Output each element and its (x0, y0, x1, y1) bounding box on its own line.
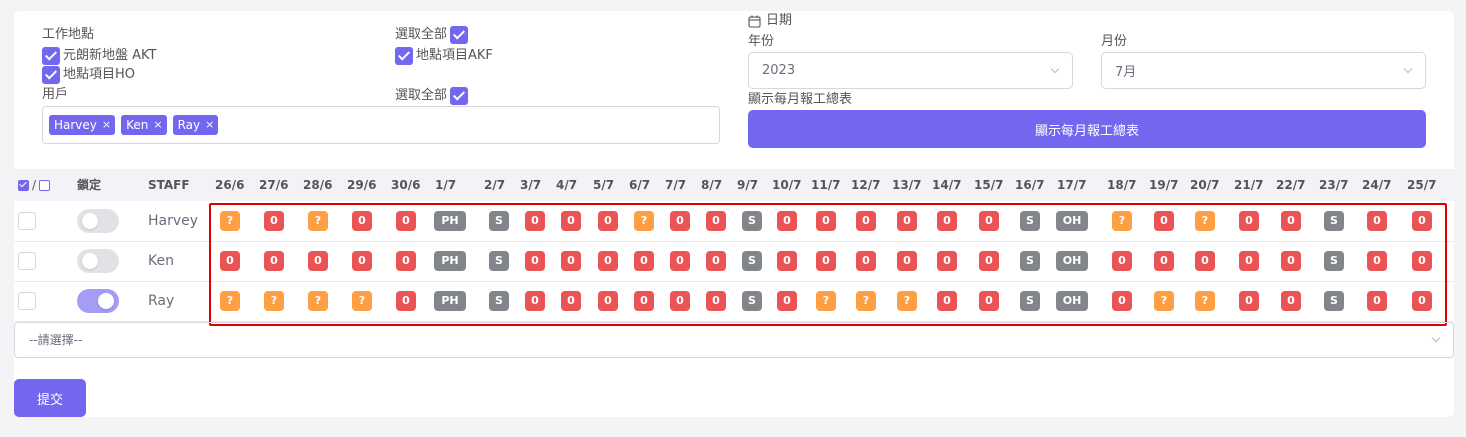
chevron-down-icon (1431, 333, 1441, 343)
checkbox-checked-icon[interactable] (450, 26, 469, 44)
staff-name: Ken (148, 253, 174, 269)
user-select-all[interactable]: 選取全部 (395, 87, 469, 105)
date-header: 28/6 (303, 178, 333, 192)
user-tag-label: Ray (177, 118, 201, 132)
lock-toggle[interactable] (77, 209, 119, 233)
date-header: 1/7 (435, 178, 457, 192)
select-all-label: 選取全部 (395, 27, 448, 42)
toggle-knob (98, 293, 114, 309)
deselect-all-checkbox-icon[interactable] (39, 179, 51, 191)
toggle-knob (82, 253, 98, 269)
staff-name: Ray (148, 293, 175, 309)
header-select-toggle: / (18, 169, 51, 201)
show-monthly-summary-button[interactable]: 顯示每月報工總表 (748, 110, 1426, 148)
date-header: 19/7 (1149, 178, 1179, 192)
date-header: 27/6 (259, 178, 289, 192)
location-option-label: 元朗新地盤 AKT (63, 48, 157, 63)
row-checkbox[interactable] (18, 212, 36, 230)
date-header: 9/7 (737, 178, 759, 192)
toggle-knob (82, 213, 98, 229)
date-header: 29/6 (347, 178, 377, 192)
date-header: 24/7 (1362, 178, 1392, 192)
staff-name: Harvey (148, 213, 199, 229)
user-tag-label: Ken (126, 118, 149, 132)
month-label: 月份 (1101, 34, 1128, 49)
date-header: 15/7 (974, 178, 1004, 192)
date-header: 7/7 (665, 178, 687, 192)
calendar-icon (748, 15, 761, 28)
date-header: 14/7 (932, 178, 962, 192)
date-header: 6/7 (629, 178, 651, 192)
date-header: 3/7 (520, 178, 542, 192)
year-value: 2023 (762, 63, 796, 78)
lock-header: 鎖定 (77, 178, 102, 192)
location-option-label: 地點項目AKF (416, 48, 493, 63)
date-header: 18/7 (1107, 178, 1137, 192)
date-header: 17/7 (1057, 178, 1087, 192)
chevron-down-icon (1403, 64, 1413, 74)
summary-label: 顯示每月報工總表 (748, 92, 853, 107)
date-header: 4/7 (556, 178, 578, 192)
location-option-ho[interactable]: 地點項目HO (42, 66, 135, 84)
date-header: 21/7 (1234, 178, 1264, 192)
checkbox-checked-icon[interactable] (395, 47, 413, 65)
date-header: 8/7 (701, 178, 723, 192)
user-multiselect[interactable]: Harvey × Ken × Ray × (42, 106, 720, 144)
location-option-akf[interactable]: 地點項目AKF (395, 47, 493, 65)
tag-remove-icon[interactable]: × (153, 117, 162, 133)
select-all-label: 選取全部 (395, 88, 448, 103)
user-tag: Harvey × (49, 115, 116, 135)
user-tag-label: Harvey (54, 118, 97, 132)
user-tag: Ken × (121, 115, 167, 135)
date-header: 23/7 (1319, 178, 1349, 192)
year-label: 年份 (748, 34, 775, 49)
date-header: 26/6 (215, 178, 245, 192)
date-header: 16/7 (1015, 178, 1045, 192)
date-header: 2/7 (484, 178, 506, 192)
tag-remove-icon[interactable]: × (102, 117, 111, 133)
select-all-checkbox-icon[interactable] (18, 179, 29, 191)
month-select[interactable]: 7月 (1101, 52, 1426, 89)
location-option-akt[interactable]: 元朗新地盤 AKT (42, 47, 156, 65)
date-header: 11/7 (811, 178, 841, 192)
month-value: 7月 (1115, 65, 1137, 80)
bottom-select-placeholder: --請選擇-- (29, 333, 83, 347)
user-label: 用戶 (42, 87, 69, 102)
location-label: 工作地點 (42, 27, 95, 42)
location-select-all[interactable]: 選取全部 (395, 26, 469, 44)
submit-button[interactable]: 提交 (14, 379, 86, 417)
bottom-select[interactable]: --請選擇-- (14, 322, 1454, 358)
date-header: 22/7 (1276, 178, 1306, 192)
date-header: 13/7 (892, 178, 922, 192)
date-header: 25/7 (1407, 178, 1437, 192)
date-header: 10/7 (772, 178, 802, 192)
header-slash: / (32, 178, 37, 192)
row-checkbox[interactable] (18, 252, 36, 270)
checkbox-checked-icon[interactable] (42, 47, 60, 65)
checkbox-checked-icon[interactable] (450, 87, 469, 105)
staff-header: STAFF (148, 178, 190, 192)
date-header: 20/7 (1190, 178, 1220, 192)
chevron-down-icon (1050, 64, 1060, 74)
highlight-box (209, 203, 1447, 326)
report-card: 工作地點 元朗新地盤 AKT 地點項目HO 選取全部 地點項目AKF 用戶 選取… (14, 11, 1454, 417)
date-header: 5/7 (593, 178, 615, 192)
user-tag: Ray × (172, 115, 219, 135)
date-header: 30/6 (391, 178, 421, 192)
lock-toggle[interactable] (77, 289, 119, 313)
date-label: 日期 (766, 13, 793, 28)
checkbox-checked-icon[interactable] (42, 66, 60, 84)
tag-remove-icon[interactable]: × (205, 117, 214, 133)
lock-toggle[interactable] (77, 249, 119, 273)
date-header: 12/7 (851, 178, 881, 192)
date-heading: 日期 (748, 13, 792, 29)
year-select[interactable]: 2023 (748, 52, 1073, 89)
row-checkbox[interactable] (18, 292, 36, 310)
table-header: / 鎖定 STAFF 26/6 27/6 28/6 29/6 30/6 1/7 2/7 3/7… (14, 169, 1454, 201)
location-option-label: 地點項目HO (63, 67, 136, 82)
